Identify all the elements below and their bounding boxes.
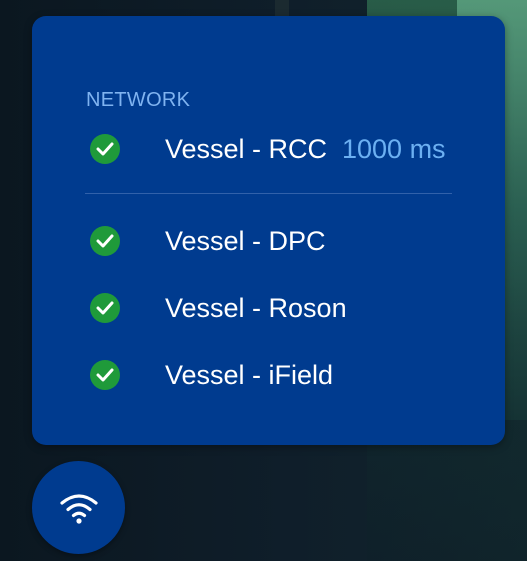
connection-label: Vessel - iField	[165, 359, 334, 390]
connection-label: Vessel - Roson	[165, 292, 347, 323]
network-panel: NETWORK Vessel - RCC 1000 ms Vessel - DP…	[32, 16, 505, 445]
check-circle-icon	[90, 360, 120, 390]
panel-title: NETWORK	[86, 89, 191, 111]
check-circle-icon	[90, 134, 120, 164]
check-circle-icon	[90, 226, 120, 256]
divider	[85, 193, 452, 194]
check-circle-icon	[90, 293, 120, 323]
connection-label: Vessel - RCC	[165, 133, 328, 164]
connection-label: Vessel - DPC	[165, 225, 326, 256]
wifi-toggle-button[interactable]	[32, 461, 125, 554]
latency-value: 1000 ms	[342, 133, 446, 164]
wifi-icon	[59, 493, 98, 524]
